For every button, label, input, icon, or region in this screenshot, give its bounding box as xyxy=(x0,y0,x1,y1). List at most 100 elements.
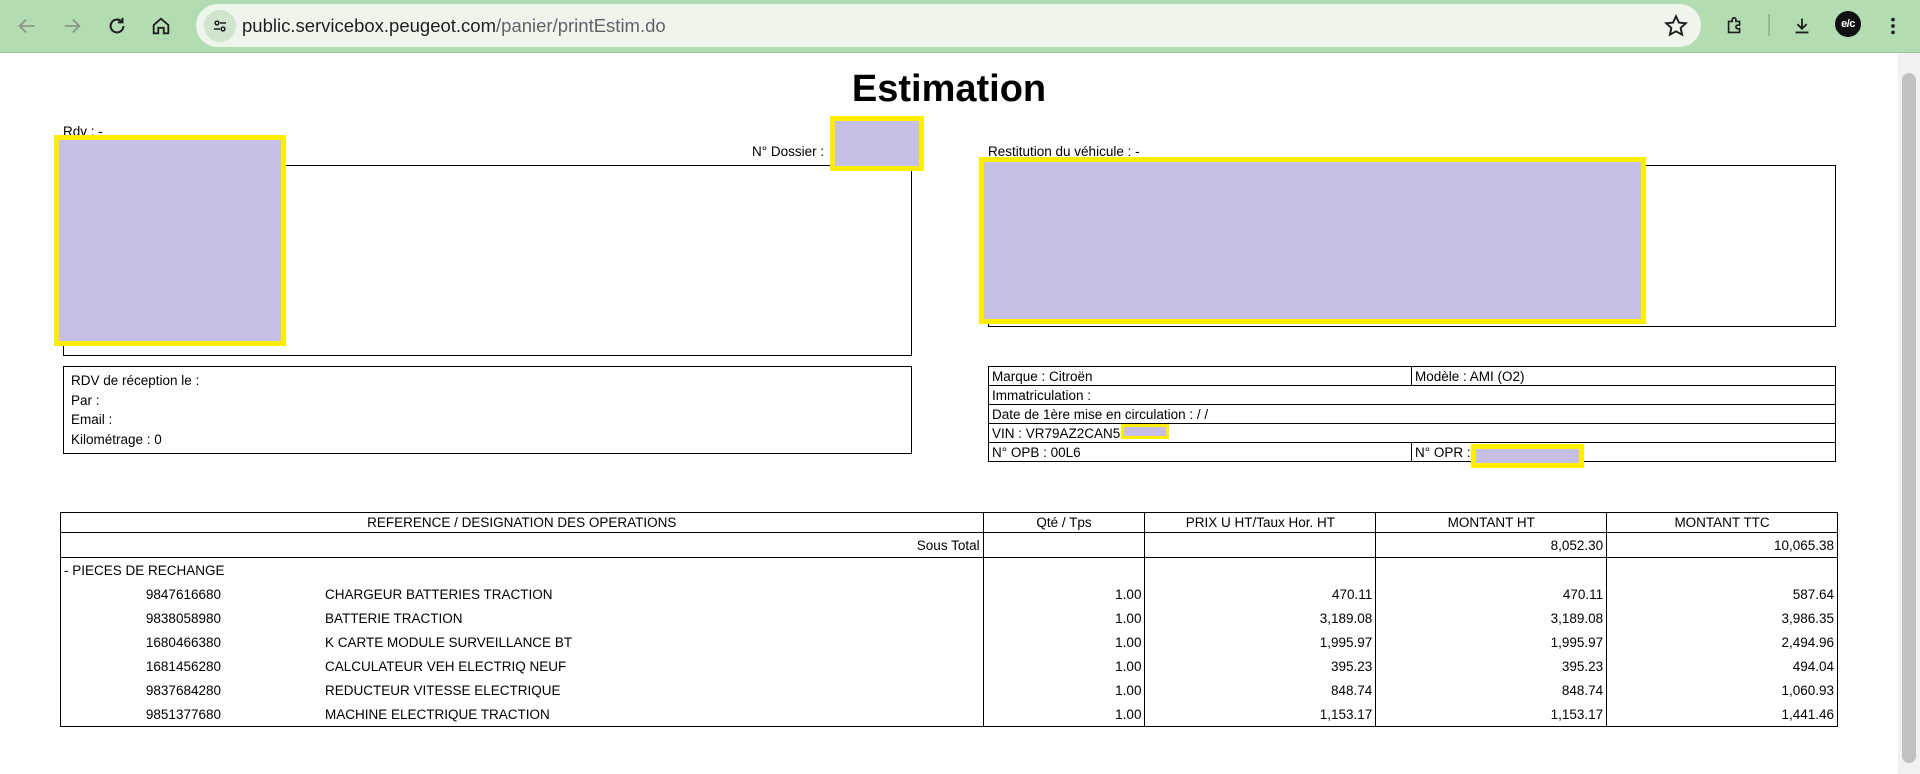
home-icon[interactable] xyxy=(144,9,178,43)
part-designation: REDUCTEUR VITESSE ELECTRIQUE xyxy=(325,682,561,698)
page-title: Estimation xyxy=(851,68,1047,110)
table-row: 9851377680 MACHINE ELECTRIQUE TRACTION 1.0… xyxy=(60,702,1838,727)
prix-cell: 470.11 xyxy=(1144,582,1377,606)
url-path: /panier/printEstim.do xyxy=(496,15,666,36)
bookmark-star-icon[interactable] xyxy=(1663,13,1689,39)
reference-designation-cell: 9837684280 REDUCTEUR VITESSE ELECTRIQUE xyxy=(60,678,984,702)
rdv-reception-label: RDV de réception le : xyxy=(71,373,200,388)
part-reference: 9837684280 xyxy=(145,682,221,698)
forward-arrow-icon[interactable] xyxy=(55,9,89,43)
table-row: 1680466380 K CARTE MODULE SURVEILLANCE BT… xyxy=(60,630,1838,654)
subtotal-qty-empty xyxy=(982,532,1146,558)
section-empty-4 xyxy=(1606,557,1838,582)
menu-icon[interactable] xyxy=(1876,9,1910,43)
subtotal-ttc: 10,065.38 xyxy=(1606,532,1838,558)
redacted-vin-suffix xyxy=(1121,424,1169,439)
email-label: Email : xyxy=(71,412,113,427)
subtotal-ht: 8,052.30 xyxy=(1375,532,1608,558)
table-header-row: REFERENCE / DESIGNATION DES OPERATIONS Q… xyxy=(60,512,1838,533)
montant-ttc-cell: 1,060.93 xyxy=(1606,678,1838,702)
part-designation: CHARGEUR BATTERIES TRACTION xyxy=(325,586,553,602)
back-arrow-icon[interactable] xyxy=(10,9,44,43)
part-reference: 9851377680 xyxy=(145,706,221,722)
redacted-customer-info xyxy=(54,135,286,346)
reference-designation-cell: 1680466380 K CARTE MODULE SURVEILLANCE BT xyxy=(60,630,984,654)
reference-designation-cell: 9838058980 BATTERIE TRACTION xyxy=(60,606,984,630)
date-circulation-cell: Date de 1ère mise en circulation : / / xyxy=(988,404,1836,424)
par-label: Par : xyxy=(71,392,100,408)
browser-toolbar: public.servicebox.peugeot.com/panier/pri… xyxy=(0,0,1920,53)
col-header-montant-ht: MONTANT HT xyxy=(1375,512,1608,533)
vehicle-table: Marque : Citroën Modèle : AMI (O2) Immat… xyxy=(988,366,1836,462)
document-page: Estimation Rdv : - N° Dossier : Restitut… xyxy=(0,53,1920,774)
section-empty-2 xyxy=(1144,557,1377,582)
subtotal-row: Sous Total 8,052.30 10,065.38 xyxy=(60,532,1838,558)
qty-cell: 1.00 xyxy=(982,606,1146,630)
extensions-icon[interactable] xyxy=(1718,9,1752,43)
prix-cell: 395.23 xyxy=(1144,654,1377,678)
reference-designation-cell: 9851377680 MACHINE ELECTRIQUE TRACTION xyxy=(60,702,984,727)
part-reference: 9838058980 xyxy=(145,610,221,626)
marque-cell: Marque : Citroën xyxy=(988,366,1412,386)
col-header-montant-ttc: MONTANT TTC xyxy=(1606,512,1838,533)
prix-cell: 848.74 xyxy=(1144,678,1377,702)
reception-box: RDV de réception le : Par : Email : Kilo… xyxy=(63,366,912,454)
montant-ttc-cell: 3,986.35 xyxy=(1606,606,1838,630)
montant-ht-cell: 395.23 xyxy=(1375,654,1608,678)
section-label: - PIECES DE RECHANGE xyxy=(60,557,984,582)
scrollbar-thumb[interactable] xyxy=(1902,73,1916,763)
qty-cell: 1.00 xyxy=(982,582,1146,606)
section-row: - PIECES DE RECHANGE xyxy=(60,557,1838,582)
col-header-qty: Qté / Tps xyxy=(982,512,1146,533)
operations-table: REFERENCE / DESIGNATION DES OPERATIONS Q… xyxy=(60,512,1838,727)
montant-ht-cell: 3,189.08 xyxy=(1375,606,1608,630)
redacted-owner-info xyxy=(979,157,1646,324)
part-reference: 9847616680 xyxy=(145,586,221,602)
part-reference: 1680466380 xyxy=(145,634,221,650)
modele-cell: Modèle : AMI (O2) xyxy=(1411,366,1836,386)
qty-cell: 1.00 xyxy=(982,678,1146,702)
redacted-dossier-number xyxy=(830,116,924,171)
vin-cell: VIN : VR79AZ2CAN5 xyxy=(988,423,1836,443)
table-row: 9837684280 REDUCTEUR VITESSE ELECTRIQUE 1.… xyxy=(60,678,1838,702)
url-host: public.servicebox.peugeot.com xyxy=(242,15,497,36)
montant-ht-cell: 1,153.17 xyxy=(1375,702,1608,727)
qty-cell: 1.00 xyxy=(982,702,1146,727)
part-designation: CALCULATEUR VEH ELECTRIQ NEUF xyxy=(325,658,567,674)
table-row: 1681456280 CALCULATEUR VEH ELECTRIQ NEUF 1… xyxy=(60,654,1838,678)
montant-ttc-cell: 494.04 xyxy=(1606,654,1838,678)
reference-designation-cell: 9847616680 CHARGEUR BATTERIES TRACTION xyxy=(60,582,984,606)
section-empty-3 xyxy=(1375,557,1608,582)
kilometrage-label: Kilométrage : 0 xyxy=(71,431,162,447)
download-icon[interactable] xyxy=(1785,9,1819,43)
montant-ttc-cell: 1,441.46 xyxy=(1606,702,1838,727)
table-row: 9838058980 BATTERIE TRACTION 1.00 3,189.08 3… xyxy=(60,606,1838,630)
prix-cell: 1,995.97 xyxy=(1144,630,1377,654)
montant-ht-cell: 848.74 xyxy=(1375,678,1608,702)
qty-cell: 1.00 xyxy=(982,654,1146,678)
profile-avatar[interactable]: e/c xyxy=(1835,11,1861,37)
toolbar-separator xyxy=(1768,14,1770,36)
part-designation: MACHINE ELECTRIQUE TRACTION xyxy=(325,706,550,722)
montant-ht-cell: 1,995.97 xyxy=(1375,630,1608,654)
opb-cell: N° OPB : 00L6 xyxy=(988,442,1412,462)
address-bar[interactable]: public.servicebox.peugeot.com/panier/pri… xyxy=(196,4,1701,47)
subtotal-prix-empty xyxy=(1144,532,1377,558)
section-empty-1 xyxy=(982,557,1146,582)
subtotal-label: Sous Total xyxy=(60,532,984,558)
reload-icon[interactable] xyxy=(100,9,134,43)
scrollbar[interactable] xyxy=(1898,53,1920,774)
part-designation: BATTERIE TRACTION xyxy=(325,610,463,626)
prix-cell: 1,153.17 xyxy=(1144,702,1377,727)
montant-ht-cell: 470.11 xyxy=(1375,582,1608,606)
site-info-icon[interactable] xyxy=(204,10,236,42)
prix-cell: 3,189.08 xyxy=(1144,606,1377,630)
col-header-reference: REFERENCE / DESIGNATION DES OPERATIONS xyxy=(60,512,984,533)
montant-ttc-cell: 2,494.96 xyxy=(1606,630,1838,654)
dossier-label: N° Dossier : xyxy=(752,144,825,159)
part-designation: K CARTE MODULE SURVEILLANCE BT xyxy=(325,634,573,650)
reference-designation-cell: 1681456280 CALCULATEUR VEH ELECTRIQ NEUF xyxy=(60,654,984,678)
redacted-opr-number xyxy=(1471,444,1584,468)
qty-cell: 1.00 xyxy=(982,630,1146,654)
immatriculation-cell: Immatriculation : xyxy=(988,385,1836,405)
